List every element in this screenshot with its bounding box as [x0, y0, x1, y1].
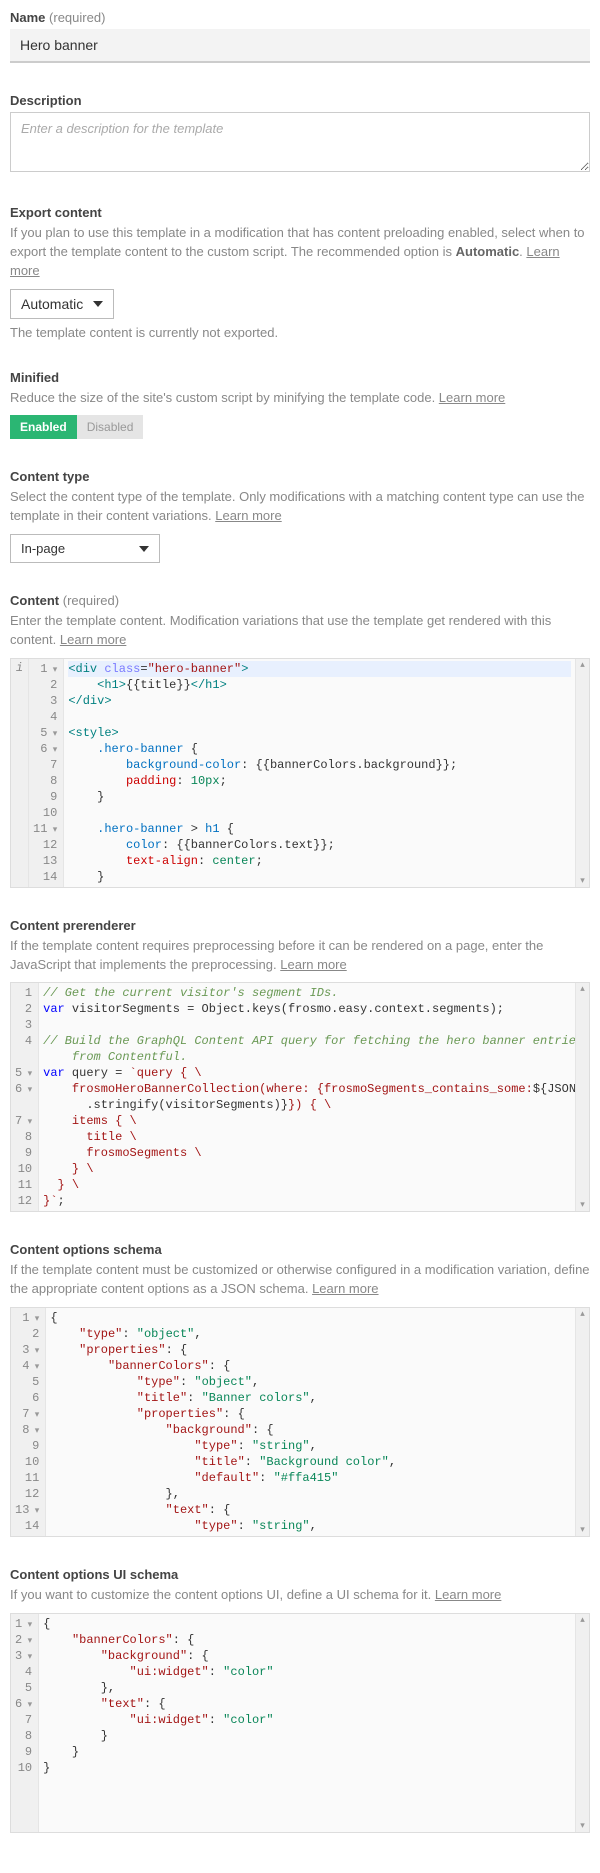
minified-learn-more[interactable]: Learn more — [439, 390, 505, 405]
export-select[interactable]: Automatic — [10, 289, 114, 319]
content-type-label: Content type — [10, 469, 590, 484]
prerenderer-code[interactable]: // Get the current visitor's segment IDs… — [39, 983, 575, 1211]
minified-enabled-button[interactable]: Enabled — [10, 415, 77, 439]
prerenderer-editor[interactable]: 1234 56 78 9101112 // Get the current vi… — [10, 982, 590, 1212]
prerenderer-gutter: 1234 56 78 9101112 — [11, 983, 39, 1211]
chevron-down-icon — [93, 301, 103, 307]
content-help: Enter the template content. Modification… — [10, 612, 590, 650]
prerenderer-learn-more[interactable]: Learn more — [280, 957, 346, 972]
description-label: Description — [10, 93, 590, 108]
schema-code[interactable]: { "type": "object", "properties": { "ban… — [46, 1308, 575, 1536]
content-type-select[interactable]: In-page — [10, 534, 160, 563]
scroll-down-icon[interactable]: ▾ — [576, 1524, 589, 1536]
scroll-up-icon[interactable]: ▴ — [576, 983, 589, 995]
editor-scrollbar[interactable]: ▴ ▾ — [575, 983, 589, 1211]
editor-scrollbar[interactable]: ▴ ▾ — [575, 1308, 589, 1536]
ui-schema-code[interactable]: { "bannerColors": { "background": { "ui:… — [39, 1614, 575, 1832]
prerenderer-help: If the template content requires preproc… — [10, 937, 590, 975]
scroll-up-icon[interactable]: ▴ — [576, 1614, 589, 1626]
content-editor[interactable]: i 1234 5678 9101112 1314 <div class="her… — [10, 658, 590, 888]
schema-editor[interactable]: 1234 5678 9101112 1314 { "type": "object… — [10, 1307, 590, 1537]
ui-schema-editor[interactable]: 1234 5678 910 { "bannerColors": { "backg… — [10, 1613, 590, 1833]
name-label: Name (required) — [10, 10, 590, 25]
schema-learn-more[interactable]: Learn more — [312, 1281, 378, 1296]
schema-gutter: 1234 5678 9101112 1314 — [11, 1308, 46, 1536]
content-type-learn-more[interactable]: Learn more — [215, 508, 281, 523]
description-textarea[interactable] — [10, 112, 590, 172]
schema-help: If the template content must be customiz… — [10, 1261, 590, 1299]
content-learn-more[interactable]: Learn more — [60, 632, 126, 647]
minified-disabled-button[interactable]: Disabled — [77, 415, 144, 439]
name-input[interactable] — [10, 29, 590, 63]
editor-scrollbar[interactable]: ▴ ▾ — [575, 1614, 589, 1832]
export-note: The template content is currently not ex… — [10, 325, 590, 340]
scroll-down-icon[interactable]: ▾ — [576, 875, 589, 887]
schema-label: Content options schema — [10, 1242, 590, 1257]
prerenderer-label: Content prerenderer — [10, 918, 590, 933]
scroll-down-icon[interactable]: ▾ — [576, 1199, 589, 1211]
ui-schema-help: If you want to customize the content opt… — [10, 1586, 590, 1605]
ui-schema-label: Content options UI schema — [10, 1567, 590, 1582]
scroll-up-icon[interactable]: ▴ — [576, 1308, 589, 1320]
content-type-help: Select the content type of the template.… — [10, 488, 590, 526]
chevron-down-icon — [139, 546, 149, 552]
scroll-down-icon[interactable]: ▾ — [576, 1820, 589, 1832]
export-help: If you plan to use this template in a mo… — [10, 224, 590, 281]
info-icon: i — [16, 661, 23, 675]
content-gutter: 1234 5678 9101112 1314 — [29, 659, 64, 887]
minified-label: Minified — [10, 370, 590, 385]
minified-help: Reduce the size of the site's custom scr… — [10, 389, 590, 408]
editor-scrollbar[interactable]: ▴ ▾ — [575, 659, 589, 887]
minified-toggle[interactable]: Enabled Disabled — [10, 415, 143, 439]
export-label: Export content — [10, 205, 590, 220]
content-code[interactable]: <div class="hero-banner"> <h1>{{title}}<… — [64, 659, 575, 887]
ui-schema-gutter: 1234 5678 910 — [11, 1614, 39, 1832]
scroll-up-icon[interactable]: ▴ — [576, 659, 589, 671]
ui-schema-learn-more[interactable]: Learn more — [435, 1587, 501, 1602]
content-label: Content (required) — [10, 593, 590, 608]
